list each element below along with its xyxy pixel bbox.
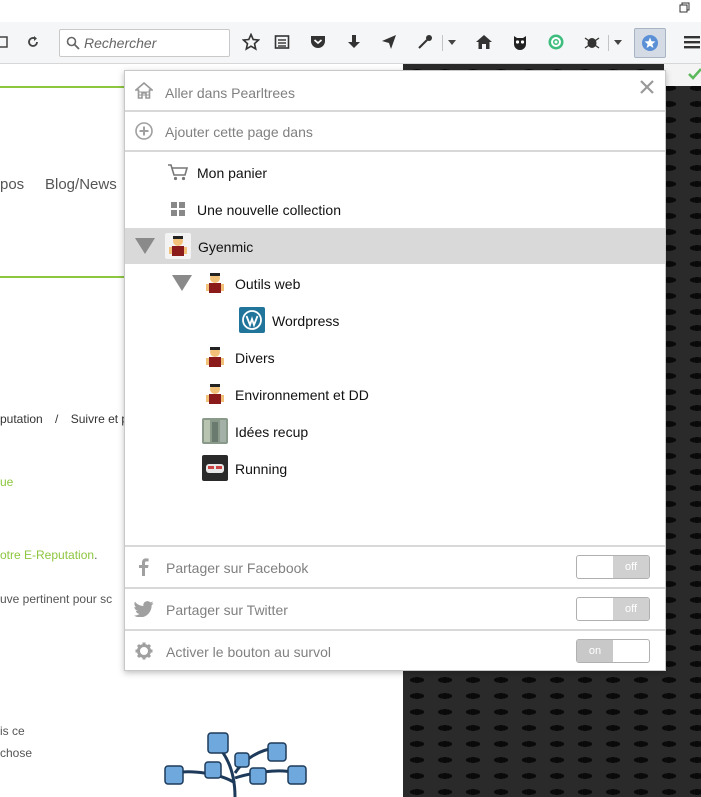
hover-button-label: Activer le bouton au survol [166, 644, 331, 660]
twitter-icon [134, 601, 154, 617]
goto-pearltrees-row[interactable]: Aller dans Pearltrees [125, 71, 665, 111]
toggle-state-label: off [613, 598, 649, 620]
search-input[interactable]: Rechercher [59, 29, 230, 57]
body-text: chose [0, 746, 33, 760]
body-text: is ce [0, 724, 25, 738]
facebook-share-toggle[interactable]: off [576, 555, 650, 579]
pearltrees-button[interactable] [634, 28, 666, 58]
menu-icon[interactable] [681, 31, 701, 53]
bookmark-star-icon[interactable] [240, 31, 262, 53]
pocket-icon[interactable] [307, 31, 329, 53]
collection-thumbnail [202, 455, 228, 481]
page-corner-strip [664, 64, 701, 86]
new-collection-row[interactable]: Une nouvelle collection [125, 192, 665, 226]
green-extension-icon[interactable] [545, 31, 567, 53]
eyedropper-icon[interactable] [414, 31, 436, 53]
toggle-state-label: on [577, 640, 613, 662]
tree-item-label[interactable]: Divers [235, 350, 275, 366]
avatar [202, 344, 228, 370]
grid-icon [171, 202, 185, 216]
browser-toolbar: Rechercher [0, 22, 701, 64]
add-page-row: Ajouter cette page dans [125, 112, 665, 150]
green-link[interactable]: ue [0, 475, 13, 489]
search-icon [66, 36, 80, 50]
checkmark-icon [688, 68, 701, 80]
goto-pearltrees-label: Aller dans Pearltrees [165, 85, 295, 101]
expand-triangle-icon[interactable] [172, 275, 192, 291]
add-page-label: Ajouter cette page dans [165, 124, 313, 140]
home-icon [135, 82, 153, 99]
dropdown-arrow-icon[interactable] [614, 40, 622, 45]
restore-window-icon[interactable] [679, 2, 691, 14]
new-collection-label: Une nouvelle collection [197, 202, 341, 218]
toggle-state-label: off [613, 556, 649, 578]
breadcrumb-item[interactable]: Suivre et p [71, 412, 128, 426]
forward-icon[interactable] [0, 31, 14, 53]
green-link-ereputation[interactable]: otre E-Reputation. [0, 548, 97, 562]
share-facebook-row: Partager sur Facebook off [125, 547, 665, 587]
plus-circle-icon [135, 122, 153, 140]
tree-item-label[interactable]: Wordpress [272, 313, 339, 329]
shopping-cart-icon [168, 164, 189, 181]
home-icon[interactable] [473, 31, 495, 53]
facebook-icon [139, 558, 149, 576]
hover-button-toggle[interactable]: on [576, 639, 650, 663]
share-twitter-label: Partager sur Twitter [166, 602, 288, 618]
dropdown-arrow-icon[interactable] [448, 40, 456, 45]
cart-label: Mon panier [197, 165, 268, 181]
download-icon[interactable] [343, 31, 365, 53]
tree-item-label[interactable]: Environnement et DD [235, 387, 369, 403]
panel-divider [125, 150, 665, 152]
breadcrumb-item[interactable]: putation [0, 412, 43, 426]
window-titlebar [0, 0, 701, 22]
nav-accent-line [0, 276, 124, 278]
avatar [165, 233, 191, 259]
green-link-text: otre E-Reputation [0, 548, 95, 562]
toolbar-separator [442, 35, 443, 51]
twitter-share-toggle[interactable]: off [576, 597, 650, 621]
tree-item-label[interactable]: Running [235, 461, 287, 477]
body-text: uve pertinent pour sc [0, 592, 113, 606]
pearltrees-panel: Aller dans Pearltrees Ajouter cette page… [124, 70, 666, 671]
collection-thumbnail [202, 418, 228, 444]
bug-extension-icon[interactable] [581, 31, 603, 53]
pearltrees-icon [642, 35, 658, 51]
tree-item-label[interactable]: Idées recup [235, 424, 308, 440]
breadcrumb-separator: / [55, 412, 59, 426]
header-accent-line [0, 86, 124, 88]
tree-item-label[interactable]: Outils web [235, 276, 300, 292]
share-facebook-label: Partager sur Facebook [166, 560, 309, 576]
social-tree-illustration [164, 732, 307, 797]
cart-row[interactable]: Mon panier [125, 155, 665, 189]
owl-extension-icon[interactable] [509, 31, 531, 53]
send-icon[interactable] [378, 31, 400, 53]
avatar [202, 270, 228, 296]
toolbar-separator [608, 35, 609, 51]
tree-item-label: Gyenmic [198, 239, 254, 255]
wordpress-icon [239, 307, 265, 333]
reload-icon[interactable] [22, 31, 44, 53]
hover-button-row: Activer le bouton au survol on [125, 631, 665, 671]
close-icon[interactable] [639, 79, 655, 95]
breadcrumb: putation / Suivre et p [0, 412, 128, 426]
period-text: . [94, 548, 98, 562]
gear-icon [135, 642, 153, 660]
nav-item-blog[interactable]: Blog/News [45, 176, 117, 193]
avatar [202, 381, 228, 407]
share-twitter-row: Partager sur Twitter off [125, 589, 665, 629]
search-placeholder: Rechercher [84, 35, 157, 51]
nav-item[interactable]: pos [0, 176, 24, 193]
bookmarks-list-icon[interactable] [271, 31, 293, 53]
expand-triangle-icon[interactable] [135, 238, 155, 254]
